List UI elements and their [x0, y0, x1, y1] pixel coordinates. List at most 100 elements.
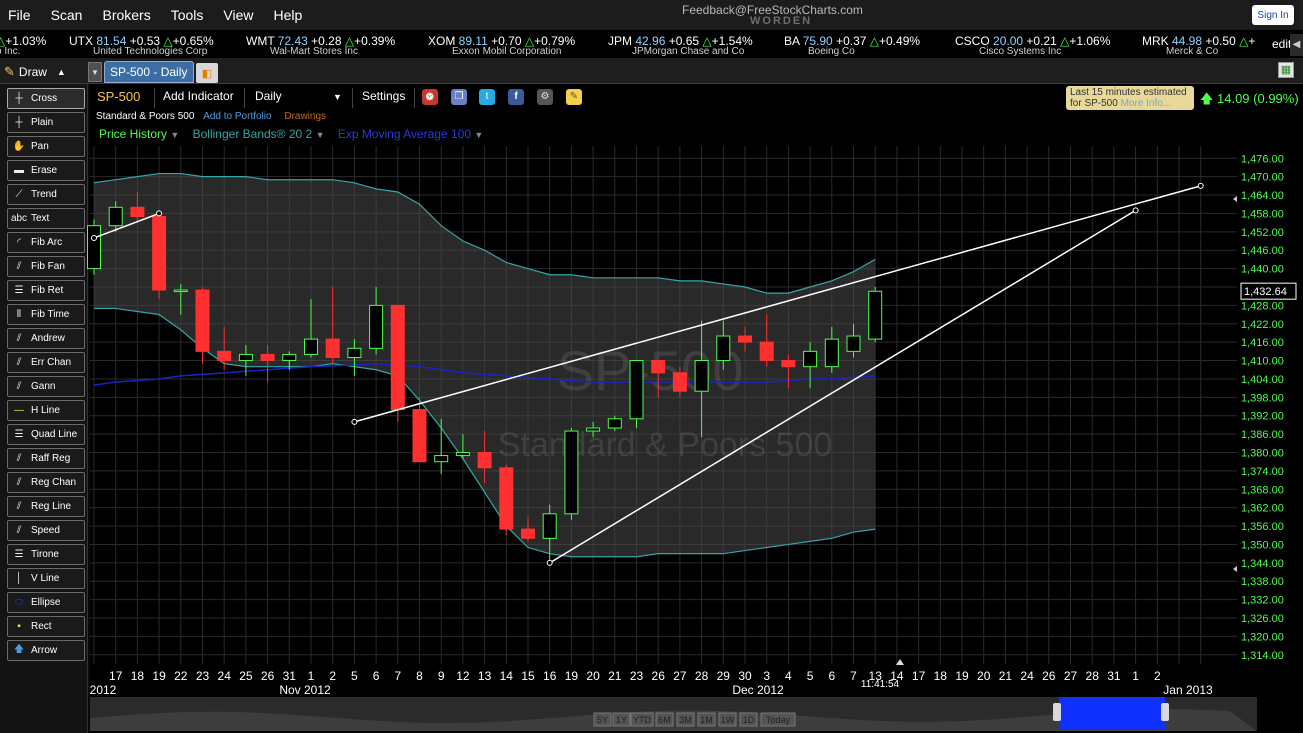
- estimate-line1: Last 15 minutes estimated: [1070, 87, 1187, 98]
- copy-chart-icon[interactable]: ❐: [451, 89, 467, 105]
- chart-symbol[interactable]: SP-500: [97, 89, 140, 104]
- interval-select[interactable]: Daily: [255, 89, 282, 103]
- ticker-item[interactable]: XOM 89.11 +0.70 △+0.79% Exxon Mobil Corpo…: [428, 32, 575, 57]
- h-line-icon: —: [14, 405, 24, 416]
- tool-speed[interactable]: ⫽ Speed: [7, 520, 85, 541]
- interval-dropdown-icon[interactable]: ▼: [333, 92, 342, 102]
- tool-cross[interactable]: ┼ Cross: [7, 88, 85, 109]
- twitter-icon[interactable]: t: [479, 89, 495, 105]
- settings-button[interactable]: Settings: [362, 89, 405, 103]
- tool-reg-chan[interactable]: ⫽ Reg Chan: [7, 472, 85, 493]
- triangle-up-icon: △: [1239, 34, 1249, 48]
- tool-fib-arc[interactable]: ◜ Fib Arc: [7, 232, 85, 253]
- sign-in-button[interactable]: Sign In: [1252, 5, 1294, 25]
- fib-time-icon: ⦀: [16, 309, 22, 320]
- ticker-item[interactable]: MRK 44.98 +0.50 △+ Merck & Co: [1142, 32, 1255, 57]
- ticker-company: Boeing Co: [808, 46, 855, 57]
- ticker-company: Wal-Mart Stores Inc: [270, 46, 358, 57]
- tab-list-dropdown[interactable]: ▼: [88, 62, 102, 82]
- ticker-scroll-right-icon[interactable]: ◀: [1290, 34, 1303, 56]
- tool-v-line[interactable]: │ V Line: [7, 568, 85, 589]
- tool-pan[interactable]: ✋ Pan: [7, 136, 85, 157]
- ticker-item[interactable]: UTX 81.54 +0.53 △+0.65% United Technologi…: [69, 32, 214, 57]
- tool-rect[interactable]: ▪ Rect: [7, 616, 85, 637]
- ellipse-icon: ⬭: [14, 597, 24, 608]
- app-root: File Scan Brokers Tools View Help Feedba…: [0, 0, 1303, 733]
- tool-tirone[interactable]: ☰ Tirone: [7, 544, 85, 565]
- tool-erase[interactable]: ▬ Erase: [7, 160, 85, 181]
- menu-brokers[interactable]: Brokers: [94, 7, 158, 23]
- ticker-company: JPMorgan Chase and Co: [632, 46, 745, 57]
- facebook-icon[interactable]: f: [508, 89, 524, 105]
- ticker-percent: +1.06%: [1069, 34, 1111, 48]
- ticker-item[interactable]: △+1.03%p Inc.: [0, 32, 46, 57]
- tool-gann[interactable]: ⫽ Gann: [7, 376, 85, 397]
- indicator-price-history[interactable]: Price History: [99, 127, 167, 141]
- tool-label: Cross: [31, 93, 58, 104]
- ticker-item[interactable]: BA 75.90 +0.37 △+0.49% Boeing Co: [784, 32, 921, 57]
- tool-plain[interactable]: ┼ Plain: [7, 112, 85, 133]
- tool-quad-line[interactable]: ☰ Quad Line: [7, 424, 85, 445]
- tab-sp500-daily[interactable]: SP-500 - Daily: [104, 61, 194, 83]
- ticker-percent: +0.49%: [879, 34, 921, 48]
- tool-label: Reg Line: [31, 501, 72, 512]
- new-tab-icon[interactable]: ◧: [196, 63, 218, 83]
- tool-text[interactable]: abc Text: [7, 208, 85, 229]
- tool-ellipse[interactable]: ⬭ Ellipse: [7, 592, 85, 613]
- tool-raff-reg[interactable]: ⫽ Raff Reg: [7, 448, 85, 469]
- share-icon[interactable]: ⚙: [537, 89, 553, 105]
- security-name: Standard & Poors 500: [96, 111, 195, 122]
- toolbar-divider: [414, 88, 415, 108]
- ticker-item[interactable]: CSCO 20.00 +0.21 △+1.06% Cisco Systems In…: [955, 32, 1111, 57]
- ticker-company: Merck & Co: [1166, 46, 1219, 57]
- draw-toggle-button[interactable]: ✎ Draw ▲: [4, 62, 82, 82]
- tool-label: H Line: [31, 405, 60, 416]
- chart-panel: [90, 84, 1303, 733]
- trend-icon: ⟋: [15, 189, 23, 200]
- drawings-link[interactable]: Drawings: [284, 111, 326, 122]
- tool-fib-time[interactable]: ⦀ Fib Time: [7, 304, 85, 325]
- ticker-item[interactable]: JPM 42.96 +0.65 △+1.54% JPMorgan Chase an…: [608, 32, 753, 57]
- more-info-link[interactable]: More Info...: [1121, 98, 1172, 109]
- tool-fib-ret[interactable]: ☰ Fib Ret: [7, 280, 85, 301]
- chevron-down-icon[interactable]: ▼: [474, 130, 483, 140]
- tool-reg-line[interactable]: ⫽ Reg Line: [7, 496, 85, 517]
- tool-label: Plain: [31, 117, 54, 128]
- menu-tools[interactable]: Tools: [163, 7, 212, 23]
- layout-grid-icon[interactable]: ▦: [1278, 62, 1294, 78]
- add-to-portfolio-link[interactable]: Add to Portfolio: [203, 111, 271, 122]
- quad-line-icon: ☰: [14, 429, 24, 440]
- tool-label: Err Chan: [31, 357, 72, 368]
- tool-andrew[interactable]: ⫽ Andrew: [7, 328, 85, 349]
- chevron-down-icon[interactable]: ▼: [170, 130, 179, 140]
- add-indicator-button[interactable]: Add Indicator: [163, 89, 234, 103]
- alarm-clock-icon[interactable]: ⏰: [422, 89, 438, 105]
- menu-help[interactable]: Help: [266, 7, 311, 23]
- ticker-edit-link[interactable]: edit: [1272, 37, 1291, 51]
- tool-label: Raff Reg: [31, 453, 71, 464]
- tool-trend[interactable]: ⟋ Trend: [7, 184, 85, 205]
- text-icon: abc: [10, 213, 28, 224]
- tool-label: Trend: [31, 189, 57, 200]
- note-icon[interactable]: ✎: [566, 89, 582, 105]
- tool-fib-fan[interactable]: ⫽ Fib Fan: [7, 256, 85, 277]
- pencil-icon: ✎: [4, 64, 15, 79]
- menu-scan[interactable]: Scan: [43, 7, 91, 23]
- tool-label: Erase: [31, 165, 58, 176]
- tool-h-line[interactable]: — H Line: [7, 400, 85, 421]
- toolbar-divider: [352, 88, 353, 108]
- tool-label: Fib Fan: [31, 261, 65, 272]
- tool-arrow[interactable]: 🡅 Arrow: [7, 640, 85, 661]
- tool-label: Fib Arc: [31, 237, 63, 248]
- menu-file[interactable]: File: [0, 7, 39, 23]
- ticker-company: Exxon Mobil Corporation: [452, 46, 562, 57]
- chevron-down-icon[interactable]: ▼: [316, 130, 325, 140]
- speed-icon: ⫽: [16, 525, 22, 536]
- ticker-item[interactable]: WMT 72.43 +0.28 △+0.39% Wal-Mart Stores I…: [246, 32, 395, 57]
- toolbar-divider: [154, 88, 155, 108]
- indicator-bollinger[interactable]: Bollinger Bands® 20 2: [193, 127, 313, 141]
- indicator-ema[interactable]: Exp Moving Average 100: [338, 127, 471, 141]
- tool-err-chan[interactable]: ⫽ Err Chan: [7, 352, 85, 373]
- menu-view[interactable]: View: [215, 7, 261, 23]
- ticker-strip: △+1.03%p Inc. UTX 81.54 +0.53 △+0.65%Unit…: [0, 30, 1303, 58]
